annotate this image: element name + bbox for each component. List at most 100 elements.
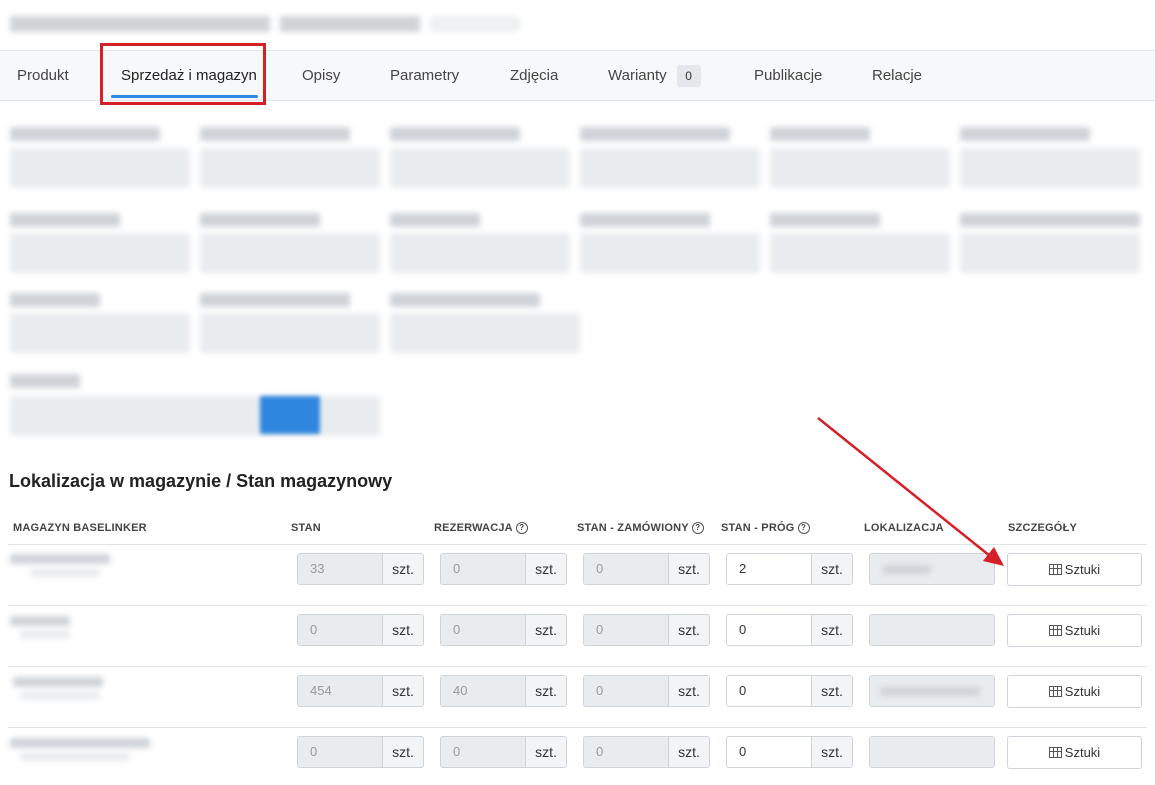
- stan-input[interactable]: 33 szt.: [297, 553, 424, 585]
- redacted-label: [200, 293, 350, 307]
- page-header-redacted: [10, 12, 520, 34]
- tab-opisy[interactable]: Opisy: [302, 51, 340, 100]
- sztuki-button[interactable]: Sztuki: [1007, 553, 1142, 586]
- unit-label: szt.: [668, 554, 709, 584]
- redacted-field: [960, 148, 1140, 188]
- redacted-field: [200, 313, 380, 353]
- header-rezerwacja: REZERWACJA?: [434, 522, 528, 535]
- rezerwacja-value: 40: [441, 676, 525, 706]
- redacted-label: [390, 293, 540, 307]
- redacted-label: [960, 213, 1140, 227]
- header-stan: STAN: [291, 522, 321, 534]
- redacted-label: [580, 127, 730, 141]
- table-icon: [1048, 625, 1062, 636]
- zamowiony-input[interactable]: 0 szt.: [583, 675, 710, 707]
- tab-publikacje[interactable]: Publikacje: [754, 51, 822, 100]
- redacted-form-fields: [0, 120, 1155, 450]
- unit-label: szt.: [525, 676, 566, 706]
- unit-label: szt.: [668, 615, 709, 645]
- unit-label: szt.: [382, 737, 423, 767]
- zamowiony-input[interactable]: 0 szt.: [583, 553, 710, 585]
- redacted-text: [10, 16, 270, 32]
- stan-value: 0: [298, 615, 382, 645]
- warehouse-name-redacted: [10, 736, 150, 761]
- header-zamowiony: STAN - ZAMÓWIONY?: [577, 522, 704, 535]
- redacted-label: [10, 127, 160, 141]
- unit-label: szt.: [525, 554, 566, 584]
- table-divider: [8, 666, 1147, 667]
- rezerwacja-input[interactable]: 40 szt.: [440, 675, 567, 707]
- header-prog-label: STAN - PRÓG: [721, 522, 795, 534]
- rezerwacja-input[interactable]: 0 szt.: [440, 614, 567, 646]
- stan-input[interactable]: 454 szt.: [297, 675, 424, 707]
- table-divider: [8, 727, 1147, 728]
- redacted-field: [10, 233, 190, 273]
- prog-input[interactable]: 0 szt.: [726, 614, 853, 646]
- prog-value: 0: [727, 615, 811, 645]
- unit-label: szt.: [668, 676, 709, 706]
- sztuki-button-label: Sztuki: [1064, 623, 1101, 638]
- lokalizacja-input[interactable]: [869, 736, 995, 768]
- redacted-field: [770, 148, 950, 188]
- rezerwacja-input[interactable]: 0 szt.: [440, 736, 567, 768]
- redacted-field: [390, 233, 570, 273]
- prog-input[interactable]: 0 szt.: [726, 736, 853, 768]
- table-divider: [8, 544, 1147, 545]
- stan-value: 0: [298, 737, 382, 767]
- lokalizacja-input[interactable]: [869, 553, 995, 585]
- sztuki-button[interactable]: Sztuki: [1007, 614, 1142, 647]
- lokalizacja-input[interactable]: [869, 675, 995, 707]
- tab-parametry[interactable]: Parametry: [390, 51, 459, 100]
- tab-zdjecia[interactable]: Zdjęcia: [510, 51, 558, 100]
- header-szczegoly: SZCZEGÓŁY: [1008, 522, 1078, 534]
- redacted-field: [200, 233, 380, 273]
- redacted-text: [430, 16, 520, 32]
- zamowiony-input[interactable]: 0 szt.: [583, 614, 710, 646]
- tab-produkt[interactable]: Produkt: [17, 51, 69, 100]
- header-rezerwacja-label: REZERWACJA: [434, 522, 513, 534]
- stan-value: 33: [298, 554, 382, 584]
- lokalizacja-input[interactable]: [869, 614, 995, 646]
- redacted-label: [390, 127, 520, 141]
- zamowiony-value: 0: [584, 737, 668, 767]
- stock-section-title: Lokalizacja w magazynie / Stan magazynow…: [9, 471, 393, 491]
- redacted-label: [390, 213, 480, 227]
- prog-value: 2: [727, 554, 811, 584]
- redacted-label: [10, 374, 80, 388]
- header-prog: STAN - PRÓG?: [721, 522, 810, 535]
- rezerwacja-value: 0: [441, 554, 525, 584]
- unit-label: szt.: [382, 554, 423, 584]
- stan-input[interactable]: 0 szt.: [297, 614, 424, 646]
- prog-input[interactable]: 0 szt.: [726, 675, 853, 707]
- warehouse-name-redacted: [10, 614, 70, 639]
- sztuki-button[interactable]: Sztuki: [1007, 736, 1142, 769]
- header-warehouse: MAGAZYN BASELINKER: [13, 522, 147, 534]
- unit-label: szt.: [811, 615, 852, 645]
- redacted-label: [580, 213, 710, 227]
- unit-label: szt.: [382, 615, 423, 645]
- stan-input[interactable]: 0 szt.: [297, 736, 424, 768]
- tab-relacje[interactable]: Relacje: [872, 51, 922, 100]
- zamowiony-input[interactable]: 0 szt.: [583, 736, 710, 768]
- tab-warianty[interactable]: Warianty 0: [608, 51, 701, 100]
- sztuki-button[interactable]: Sztuki: [1007, 675, 1142, 708]
- unit-label: szt.: [525, 615, 566, 645]
- table-icon: [1048, 686, 1062, 697]
- table-icon: [1048, 747, 1062, 758]
- redacted-label: [10, 213, 120, 227]
- help-icon[interactable]: ?: [691, 522, 704, 535]
- prog-input[interactable]: 2 szt.: [726, 553, 853, 585]
- sztuki-button-label: Sztuki: [1064, 562, 1101, 577]
- redacted-label: [200, 213, 320, 227]
- unit-label: szt.: [811, 676, 852, 706]
- help-icon[interactable]: ?: [797, 522, 810, 535]
- redacted-field: [200, 148, 380, 188]
- redacted-label: [770, 213, 880, 227]
- rezerwacja-input[interactable]: 0 szt.: [440, 553, 567, 585]
- header-zamowiony-label: STAN - ZAMÓWIONY: [577, 522, 689, 534]
- help-icon[interactable]: ?: [515, 522, 528, 535]
- zamowiony-value: 0: [584, 615, 668, 645]
- redacted-field: [10, 313, 190, 353]
- redacted-field: [10, 396, 380, 436]
- warianty-count-badge: 0: [676, 65, 701, 88]
